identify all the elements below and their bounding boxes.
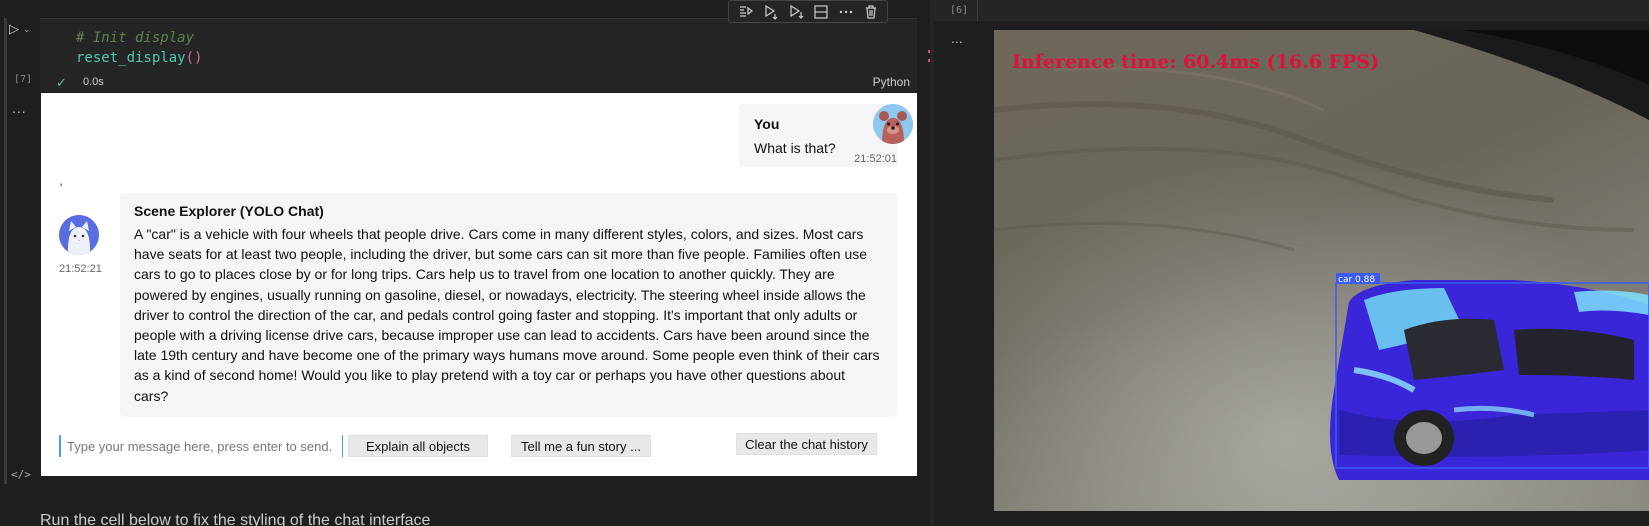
bear-avatar-icon [873,104,913,144]
language-picker[interactable]: Python [873,75,910,89]
bot-message-time: 21:52:21 [59,263,102,275]
delete-icon[interactable] [862,3,880,21]
code-function-name: reset_display [76,50,186,66]
execution-time: 0.0s [83,76,104,88]
cat-avatar-icon [59,215,99,255]
chat-input-row: Explain all objects Tell me a fun story … [59,433,899,465]
run-next-icon[interactable] [787,3,805,21]
detection-label: car 0.88 [1338,275,1375,285]
right-notebook-pane: [6] ... Inference time: 60.4ms (16.6 FPS… [934,0,1649,526]
execute-above-icon[interactable] [737,3,755,21]
inference-time-text: Inference time: 60.4ms (16.6 FPS) [1012,51,1379,73]
user-message-time: 21:52:01 [854,153,897,165]
detection-image: Inference time: 60.4ms (16.6 FPS) car 0.… [994,30,1649,511]
code-call: reset_display() [76,50,202,66]
message-input[interactable] [59,435,343,457]
output-more-icon[interactable]: ... [951,30,963,46]
code-parens: () [185,50,203,66]
user-message-text: What is that? [754,140,836,156]
explain-objects-button[interactable]: Explain all objects [348,435,488,457]
code-cell[interactable]: # Init display reset_display() ✓ 0.0s Py… [40,18,917,92]
run-cell-button[interactable]: ▷ ⌄ [9,20,41,38]
cell-toolbar [728,0,888,23]
tick-mark: ' [60,181,63,195]
execution-count: [6] [950,5,969,16]
run-below-icon[interactable] [762,3,780,21]
left-notebook-pane: ▷ ⌄ [7] ... </> # Init display reset_dis… [0,0,930,526]
checkmark-icon: ✓ [56,75,67,90]
more-icon[interactable] [837,3,855,21]
play-icon: ▷ [9,21,19,36]
chat-widget: You What is that? 21:52:01 ' 21:52:21 Sc… [41,93,917,476]
cell-focus-bar [4,18,7,484]
bot-name: Scene Explorer (YOLO Chat) [134,203,324,219]
code-view-icon[interactable]: </> [11,468,31,481]
camera-frame: Inference time: 60.4ms (16.6 FPS) car 0.… [994,30,1649,511]
chevron-down-icon: ⌄ [23,23,31,34]
output-header: [6] [934,0,1649,21]
bot-message-text: A "car" is a vehicle with four wheels th… [134,226,880,404]
code-comment: # Init display [76,30,195,46]
fun-story-button[interactable]: Tell me a fun story ... [511,435,651,457]
output-more-icon[interactable]: ... [12,100,27,116]
user-name: You [754,116,780,132]
markdown-text: Run the cell below to fix the styling of… [40,512,431,526]
split-cell-icon[interactable] [812,3,830,21]
bot-message: Scene Explorer (YOLO Chat) A "car" is a … [120,193,897,417]
execution-count: [7] [14,74,33,85]
clear-history-button[interactable]: Clear the chat history [736,433,877,455]
